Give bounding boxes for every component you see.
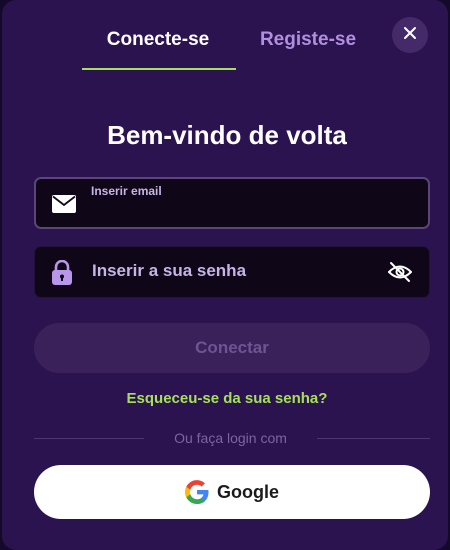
password-field[interactable]: Inserir a sua senha (34, 246, 430, 298)
email-field[interactable]: Inserir email (34, 177, 430, 229)
page-title: Bem-vindo de volta (107, 120, 347, 150)
google-g-icon (185, 480, 209, 504)
divider-left (34, 438, 144, 439)
forgot-password-link[interactable]: Esqueceu-se da sua senha? (2, 390, 448, 407)
envelope-icon (52, 195, 76, 218)
tab-login[interactable]: Conecte-se (80, 26, 236, 54)
lock-icon (51, 259, 73, 291)
close-icon (403, 26, 417, 45)
google-button-label: Google (217, 481, 279, 502)
email-field-label: Inserir email (91, 184, 162, 198)
tab-register[interactable]: Registe-se (238, 26, 378, 54)
divider-right (317, 438, 430, 439)
connect-button[interactable]: Conectar (34, 323, 430, 373)
divider-text: Ou faça login com (174, 430, 287, 446)
eye-off-icon[interactable] (387, 259, 413, 290)
login-modal: Conecte-se Registe-se Bem-vindo de volta… (2, 0, 448, 550)
password-placeholder: Inserir a sua senha (92, 261, 247, 280)
google-login-button[interactable]: Google (34, 465, 430, 519)
close-button[interactable] (392, 17, 428, 53)
active-tab-indicator (82, 68, 236, 70)
